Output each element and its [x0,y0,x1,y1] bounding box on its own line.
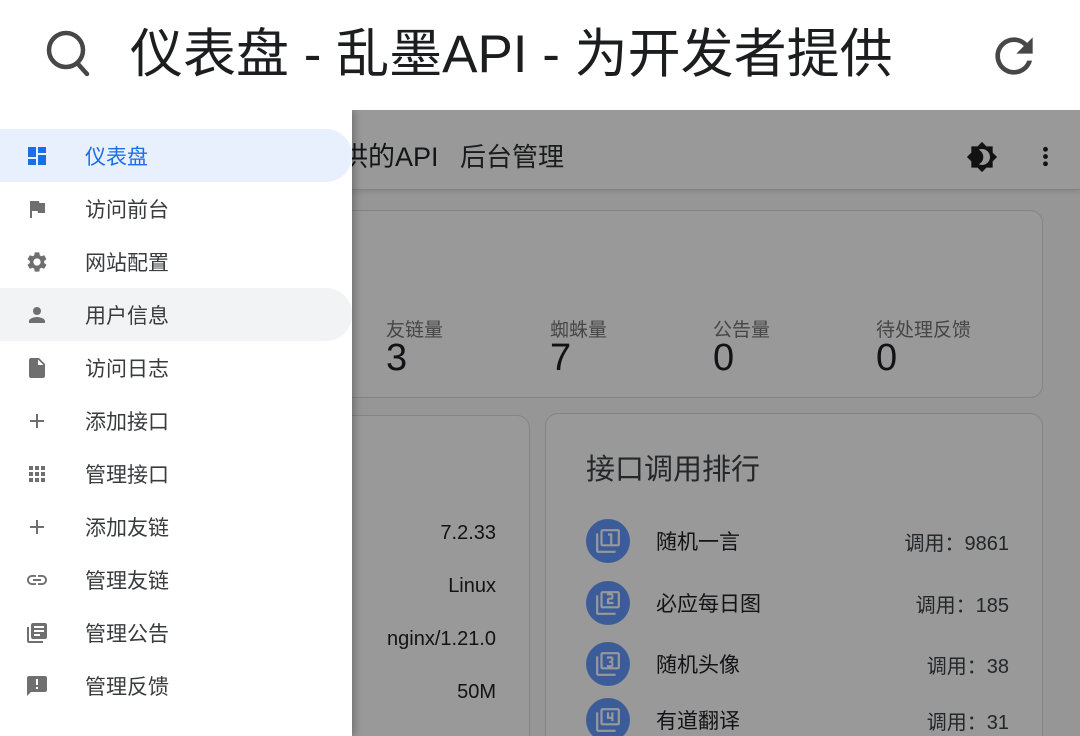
browser-top-bar: 仪表盘 - 乱墨API - 为开发者提供 [0,0,1080,110]
refresh-icon[interactable] [986,28,1042,84]
sidebar-item-manage-friend-link[interactable]: 管理友链 [0,553,352,606]
sidebar-item-label: 访问前台 [85,194,169,224]
apps-grid-icon [25,462,49,486]
sidebar-item-label: 管理反馈 [85,671,169,701]
library-books-icon [25,621,49,645]
document-icon [25,356,49,380]
search-icon[interactable] [40,26,96,82]
web-page: 供的API 后台管理 友链量 3 蜘蛛量 7 公告量 0 待处理反馈 0 7.2… [0,110,1080,736]
sidebar-item-label: 用户信息 [85,300,169,330]
sidebar-item-label: 仪表盘 [85,141,148,171]
sidebar-item-label: 添加友链 [85,512,169,542]
feedback-icon [25,674,49,698]
sidebar-item-manage-feedback[interactable]: 管理反馈 [0,659,352,712]
sidebar-item-manage-announcements[interactable]: 管理公告 [0,606,352,659]
browser-title-wrap[interactable]: 仪表盘 - 乱墨API - 为开发者提供 [130,0,960,110]
sidebar-item-dashboard[interactable]: 仪表盘 [0,129,352,182]
sidebar-item-add-api[interactable]: 添加接口 [0,394,352,447]
flag-icon [25,197,49,221]
link-icon [25,568,49,592]
sidebar-item-visit-frontend[interactable]: 访问前台 [0,182,352,235]
sidebar-item-label: 管理接口 [85,459,169,489]
sidebar-item-label: 管理友链 [85,565,169,595]
sidebar-item-access-log[interactable]: 访问日志 [0,341,352,394]
browser-page-title: 仪表盘 - 乱墨API - 为开发者提供 [130,24,893,86]
plus-icon [25,515,49,539]
sidebar-item-site-config[interactable]: 网站配置 [0,235,352,288]
sidebar-item-manage-api[interactable]: 管理接口 [0,447,352,500]
gear-icon [25,250,49,274]
person-icon [25,303,49,327]
title-fade-overlay [940,0,960,110]
sidebar-item-label: 管理公告 [85,618,169,648]
sidebar-item-add-friend-link[interactable]: 添加友链 [0,500,352,553]
sidebar-item-label: 添加接口 [85,406,169,436]
dashboard-icon [25,144,49,168]
sidebar-item-user-info[interactable]: 用户信息 [0,288,352,341]
plus-icon [25,409,49,433]
sidebar-item-label: 访问日志 [85,353,169,383]
navigation-drawer: 仪表盘 访问前台 网站配置 用户信息 访问日志 [0,110,352,736]
sidebar-item-label: 网站配置 [85,247,169,277]
